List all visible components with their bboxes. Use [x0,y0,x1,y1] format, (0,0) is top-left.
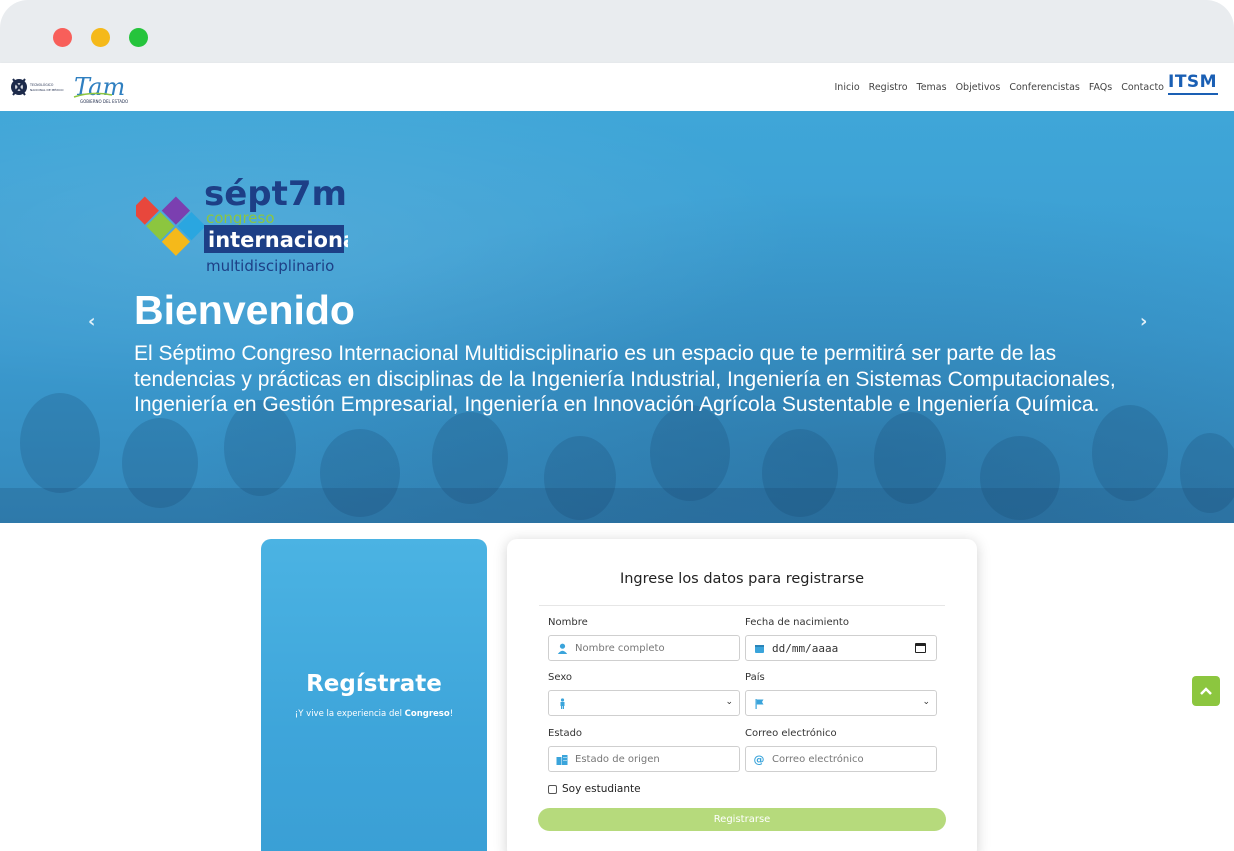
fecha-label: Fecha de nacimiento [745,617,849,628]
itsm-logo-underline [1168,93,1218,95]
nombre-input[interactable]: Nombre completo [548,635,740,661]
chevron-down-icon: ⌄ [922,697,930,707]
correo-input[interactable]: @ Correo electrónico [745,746,937,772]
estudiante-checkbox-row[interactable]: Soy estudiante [548,783,641,795]
nombre-placeholder: Nombre completo [575,642,665,654]
scroll-to-top-button[interactable] [1192,676,1220,706]
estado-label: Estado [548,728,583,739]
user-icon [549,643,575,654]
svg-text:multidisciplinario: multidisciplinario [206,257,334,275]
svg-text:NACIONAL DE MÉXICO: NACIONAL DE MÉXICO [30,87,64,92]
form-title: Ingrese los datos para registrarse [619,571,865,587]
window-maximize-button[interactable] [129,28,148,47]
nav-links: Inicio Registro Temas Objetivos Conferen… [835,63,1165,111]
svg-text:sépt7mo: sépt7mo [204,174,348,214]
nav-contacto[interactable]: Contacto [1121,82,1164,93]
hero-title: Bienvenido [134,287,355,333]
svg-text:internacional: internacional [208,228,348,252]
nav-conferencistas[interactable]: Conferencistas [1009,82,1080,93]
registrarse-button[interactable]: Registrarse [538,808,946,831]
navbar: TECNOLÓGICO NACIONAL DE MÉXICO Tam GOBIE… [0,63,1234,111]
svg-text:TECNOLÓGICO: TECNOLÓGICO [29,82,54,87]
chevron-up-icon [1200,687,1212,695]
at-icon: @ [753,752,765,766]
svg-text:Tam: Tam [74,73,125,101]
window-minimize-button[interactable] [91,28,110,47]
correo-placeholder: Correo electrónico [772,753,864,765]
carousel-next-icon[interactable]: › [1140,311,1147,332]
tecnm-logo[interactable]: TECNOLÓGICO NACIONAL DE MÉXICO [10,69,68,105]
flag-icon [746,698,772,709]
correo-label: Correo electrónico [745,728,837,739]
estado-placeholder: Estado de origen [575,753,660,765]
fecha-value: dd/mm/aaaa [772,641,839,655]
register-promo-title: Regístrate [306,671,442,697]
nav-objetivos[interactable]: Objetivos [956,82,1001,93]
carousel-prev-icon[interactable]: ‹ [88,311,95,332]
pais-label: País [745,672,765,683]
estado-input[interactable]: Estado de origen [548,746,740,772]
chevron-down-icon: ⌄ [725,697,733,707]
form-divider [539,605,945,606]
fecha-input[interactable]: dd/mm/aaaa [745,635,937,661]
itsm-logo-text: ITSM [1168,72,1218,92]
registration-form: Ingrese los datos para registrarse Nombr… [507,539,977,851]
pais-select[interactable]: ⌄ [745,690,937,716]
hero-carousel: sépt7mo congreso internacional multidisc… [0,111,1234,523]
nav-faqs[interactable]: FAQs [1089,82,1112,93]
sexo-select[interactable]: ⌄ [548,690,740,716]
date-picker-icon[interactable] [915,643,926,653]
svg-text:congreso: congreso [206,209,275,227]
register-promo-subtitle: ¡Y vive la experiencia del Congreso! [294,709,454,719]
hero-description: El Séptimo Congreso Internacional Multid… [134,342,1116,416]
nav-temas[interactable]: Temas [917,82,947,93]
calendar-icon [746,643,772,654]
estudiante-label: Soy estudiante [562,783,641,795]
sexo-label: Sexo [548,672,573,683]
window-close-button[interactable] [53,28,72,47]
itsm-logo[interactable]: ITSM [1168,74,1218,100]
building-icon [549,754,575,765]
window-titlebar [0,0,1234,63]
estudiante-checkbox[interactable] [548,784,557,794]
nav-registro[interactable]: Registro [869,82,908,93]
svg-text:GOBIERNO DEL ESTADO: GOBIERNO DEL ESTADO [80,99,128,104]
tamaulipas-logo[interactable]: Tam GOBIERNO DEL ESTADO [72,69,136,105]
nav-inicio[interactable]: Inicio [835,82,860,93]
nombre-label: Nombre [548,617,588,628]
person-icon [549,697,575,709]
register-promo-card: Regístrate ¡Y vive la experiencia del Co… [261,539,487,851]
congress-logo: sépt7mo congreso internacional multidisc… [136,174,348,275]
